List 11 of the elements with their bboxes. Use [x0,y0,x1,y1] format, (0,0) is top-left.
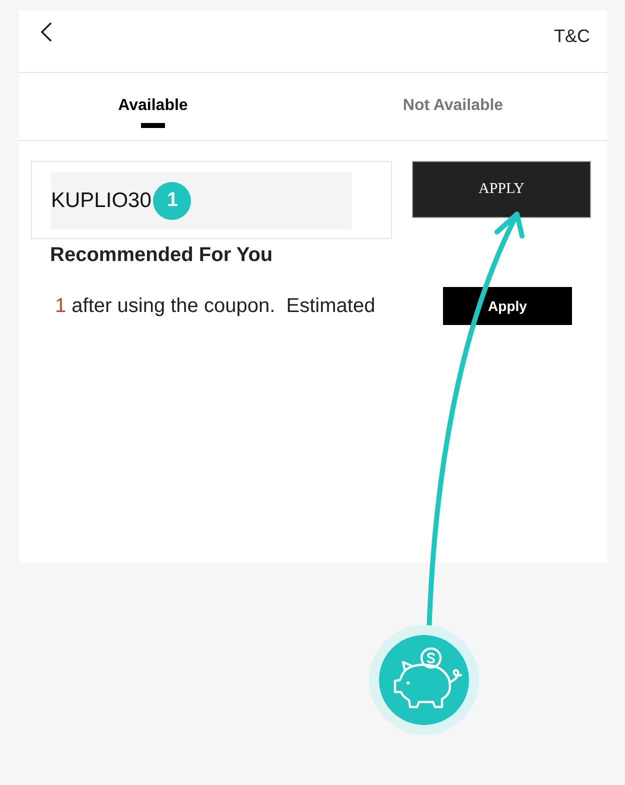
tab[interactable]: Not Available [402,73,504,128]
apply-button[interactable]: Apply [443,287,572,325]
coupon-input[interactable]: KUPLIO30 1 [51,172,352,229]
piggy-bank-icon [369,625,479,735]
apply-button[interactable]: APPLY [412,161,591,218]
tab[interactable]: Available [118,73,188,128]
offer-text: 1 after using the coupon. Estimated [55,294,376,318]
section-heading: Recommended For You [50,243,274,267]
step-badge: 1 [153,182,192,220]
terms-link[interactable]: T&C [554,26,590,46]
back-chevron-icon[interactable] [40,22,52,42]
